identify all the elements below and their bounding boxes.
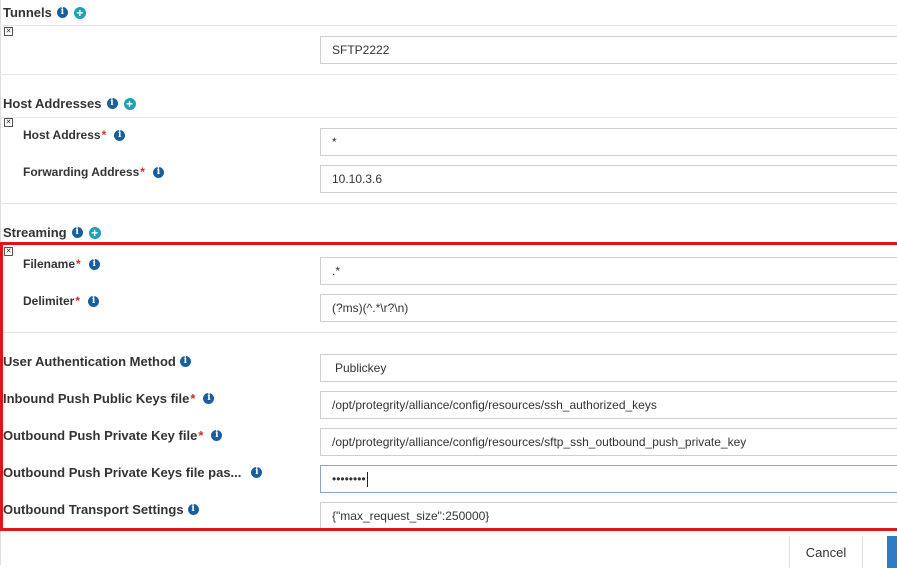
divider — [0, 74, 897, 75]
primary-button[interactable] — [887, 536, 897, 568]
info-icon[interactable]: i — [187, 504, 199, 515]
required-mark: * — [76, 257, 81, 271]
outbound-private-key-file-input[interactable]: /opt/protegrity/alliance/config/resource… — [320, 428, 897, 456]
host-address-input[interactable]: * — [320, 128, 897, 156]
streaming-title: Streaming — [3, 225, 67, 240]
forwarding-address-label: Forwarding Address * i — [23, 165, 164, 179]
user-auth-method-select[interactable]: Publickey — [320, 354, 897, 382]
delimiter-label: Delimiter * i — [23, 294, 100, 308]
remove-streaming-icon[interactable]: ✕ — [4, 247, 13, 256]
filename-label: Filename * i — [23, 257, 100, 271]
info-icon[interactable]: i — [114, 129, 126, 141]
outbound-private-key-file-label-text: Outbound Push Private Key file — [3, 428, 198, 443]
tunnel-name-input[interactable]: SFTP2222 — [320, 36, 897, 64]
info-icon[interactable]: i — [88, 295, 100, 307]
info-icon[interactable]: i — [71, 227, 83, 238]
info-icon[interactable]: i — [152, 166, 164, 178]
text-cursor — [366, 472, 368, 488]
section-title-host-addresses: Host Addresses i + — [3, 96, 136, 111]
section-title-streaming: Streaming i + — [3, 225, 101, 240]
remove-tunnel-icon[interactable]: ✕ — [4, 27, 13, 36]
info-icon[interactable]: i — [106, 98, 118, 109]
delimiter-label-text: Delimiter — [23, 294, 75, 308]
filename-input[interactable]: .* — [320, 257, 897, 285]
tunnels-title: Tunnels — [3, 5, 52, 20]
add-tunnel-icon[interactable]: + — [73, 6, 86, 19]
host-addresses-title: Host Addresses — [3, 96, 102, 111]
info-icon[interactable]: i — [56, 7, 68, 18]
info-icon[interactable]: i — [179, 356, 191, 367]
required-mark: * — [101, 128, 107, 142]
outbound-transport-settings-label: Outbound Transport Settings i — [3, 502, 199, 517]
delimiter-input[interactable]: (?ms)(^.*\r?\n) — [320, 294, 897, 322]
outbound-passphrase-label: Outbound Push Private Keys file pas... i — [3, 465, 263, 480]
outbound-transport-settings-input[interactable]: {"max_request_size":250000} — [320, 502, 897, 530]
user-auth-method-label-text: User Authentication Method — [3, 354, 176, 369]
inbound-keys-file-label: Inbound Push Public Keys file * i — [3, 391, 215, 406]
host-address-label-text: Host Address — [23, 128, 101, 142]
add-streaming-icon[interactable]: + — [88, 226, 101, 239]
left-border — [0, 0, 1, 565]
outbound-private-key-file-label: Outbound Push Private Key file * i — [3, 428, 223, 443]
info-icon[interactable]: i — [88, 258, 100, 270]
forwarding-address-label-text: Forwarding Address — [23, 165, 140, 179]
outbound-passphrase-label-text: Outbound Push Private Keys file pas... — [3, 465, 242, 480]
passphrase-masked-value: •••••••• — [332, 472, 366, 486]
required-mark: * — [75, 294, 81, 308]
info-icon[interactable]: i — [211, 430, 223, 441]
forwarding-address-input[interactable]: 10.10.3.6 — [320, 165, 897, 193]
cancel-button[interactable]: Cancel — [789, 536, 863, 568]
inbound-keys-file-input[interactable]: /opt/protegrity/alliance/config/resource… — [320, 391, 897, 419]
divider — [0, 203, 897, 204]
section-title-tunnels: Tunnels i + — [3, 5, 86, 20]
info-icon[interactable]: i — [251, 467, 263, 478]
required-mark: * — [198, 428, 204, 443]
outbound-passphrase-input[interactable]: •••••••• — [320, 465, 897, 493]
host-address-label: Host Address * i — [23, 128, 126, 142]
filename-label-text: Filename — [23, 257, 76, 271]
user-auth-method-label: User Authentication Method i — [3, 354, 191, 369]
info-icon[interactable]: i — [203, 393, 215, 404]
required-mark: * — [190, 391, 196, 406]
divider — [0, 25, 897, 26]
divider — [0, 117, 897, 118]
divider — [0, 332, 897, 333]
remove-host-address-icon[interactable]: ✕ — [4, 118, 13, 127]
add-host-address-icon[interactable]: + — [123, 97, 136, 110]
inbound-keys-file-label-text: Inbound Push Public Keys file — [3, 391, 190, 406]
required-mark: * — [140, 165, 145, 179]
outbound-transport-settings-label-text: Outbound Transport Settings — [3, 502, 184, 517]
